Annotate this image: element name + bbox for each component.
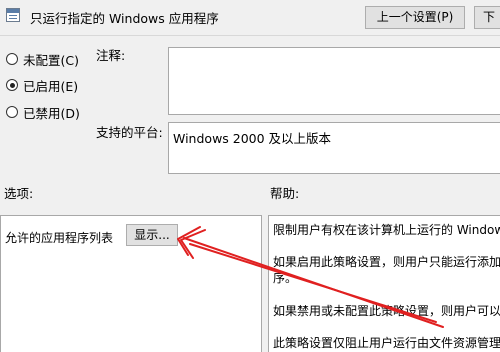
previous-setting-button[interactable]: 上一个设置(P) xyxy=(365,6,465,29)
radio-circle-icon[interactable] xyxy=(6,106,18,118)
help-line: 如果禁用或未配置此策略设置，则用户可以运 xyxy=(273,304,500,318)
show-button[interactable]: 显示... xyxy=(126,224,178,246)
comment-label: 注释: xyxy=(96,48,126,63)
radio-disabled[interactable]: 已禁用(D) xyxy=(6,104,80,121)
comment-textarea[interactable] xyxy=(168,47,500,115)
help-line: 序。 xyxy=(273,271,298,285)
help-line: 限制用户有权在该计算机上运行的 Windows xyxy=(273,223,500,237)
options-panel: 允许的应用程序列表 显示... xyxy=(0,215,262,352)
radio-circle-icon[interactable] xyxy=(6,53,18,65)
policy-setting-window: 只运行指定的 Windows 应用程序 上一个设置(P) 下 未配置(C) 已启… xyxy=(0,0,500,352)
radio-label: 已启用(E) xyxy=(23,78,79,94)
help-line: 如果启用此策略设置，则用户只能运行添加到 xyxy=(273,255,500,269)
window-title: 只运行指定的 Windows 应用程序 xyxy=(30,11,219,26)
policy-setting-icon xyxy=(6,8,20,22)
help-line: 此策略设置仅阻止用户运行由文件资源管理器 xyxy=(273,336,500,350)
radio-label: 已禁用(D) xyxy=(23,105,80,121)
radio-label: 未配置(C) xyxy=(23,52,79,68)
radio-circle-checked-icon[interactable] xyxy=(6,79,18,91)
platform-field: Windows 2000 及以上版本 xyxy=(168,122,500,174)
help-panel[interactable]: 限制用户有权在该计算机上运行的 Windows 如果启用此策略设置，则用户只能运… xyxy=(268,215,500,352)
radio-not-configured[interactable]: 未配置(C) xyxy=(6,51,79,68)
next-setting-button[interactable]: 下 xyxy=(474,6,500,29)
platform-label: 支持的平台: xyxy=(96,125,163,140)
options-heading: 选项: xyxy=(4,186,34,201)
radio-enabled[interactable]: 已启用(E) xyxy=(6,77,79,94)
allowed-apps-label: 允许的应用程序列表 xyxy=(5,231,114,245)
header-divider xyxy=(0,35,500,36)
help-heading: 帮助: xyxy=(270,186,300,201)
